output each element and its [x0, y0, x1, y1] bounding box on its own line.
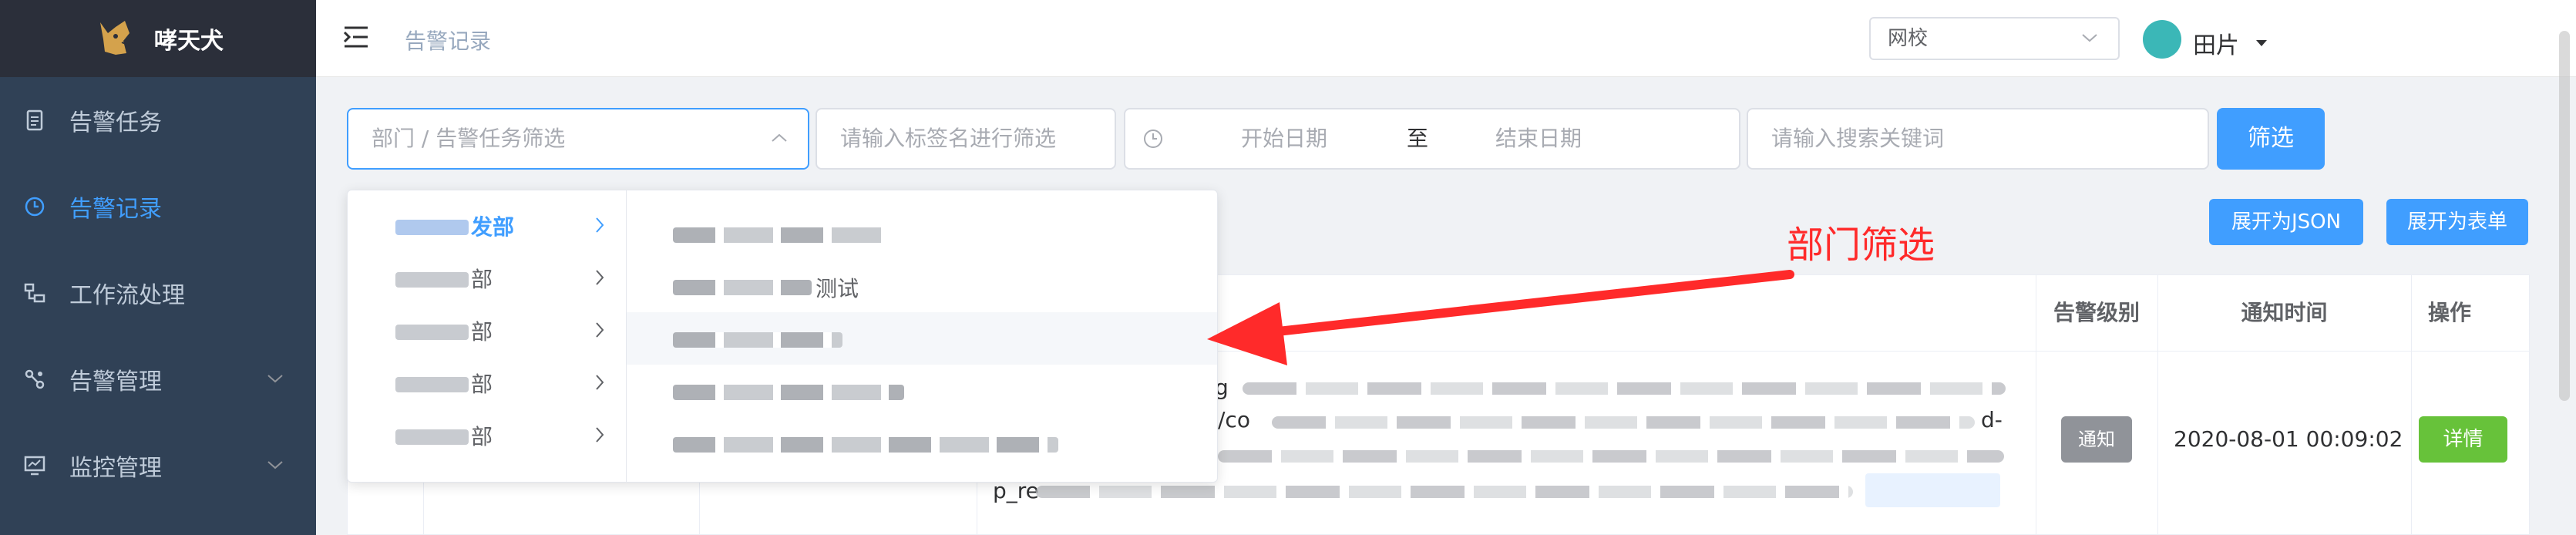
scrollbar[interactable]	[2559, 31, 2570, 401]
annotation-arrow-icon	[1207, 270, 1794, 365]
